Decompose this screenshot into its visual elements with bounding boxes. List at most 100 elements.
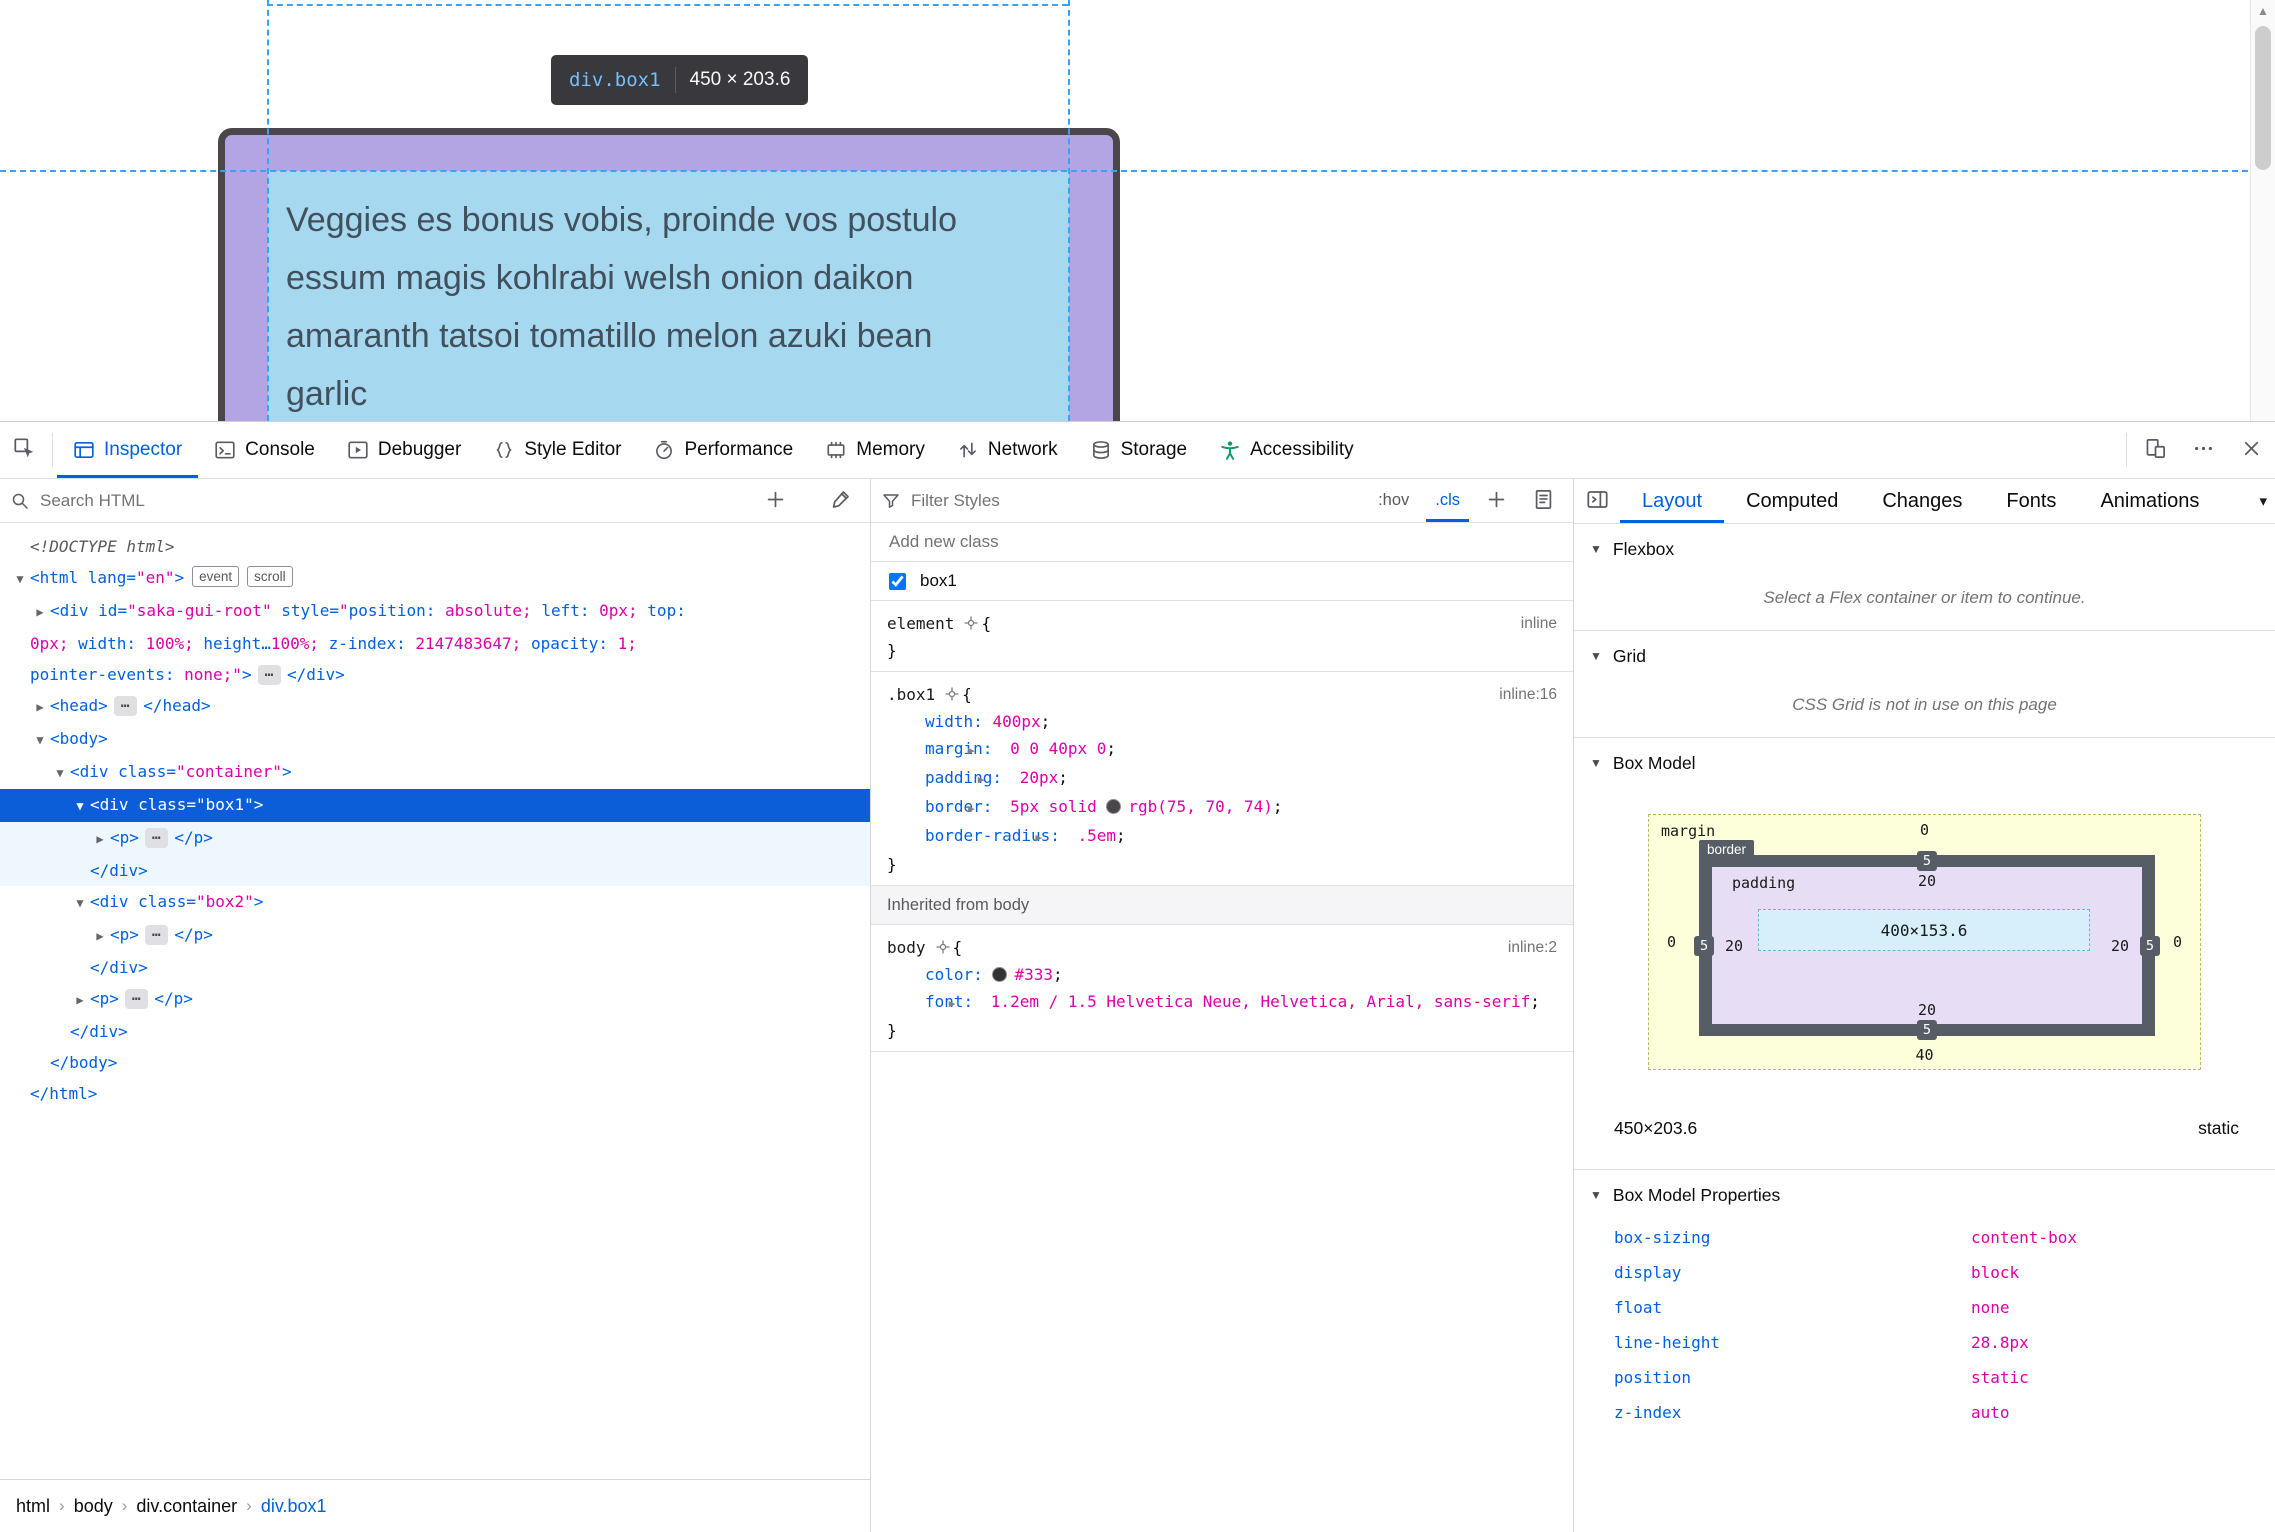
devtools-tab-memory[interactable]: Memory (809, 422, 941, 478)
property-value[interactable]: #333 (1014, 965, 1053, 984)
markup-node-row[interactable]: ▶ <p> ⋯ </p> (0, 983, 870, 1016)
filter-styles-input[interactable] (909, 489, 1345, 512)
expander-down-icon[interactable]: ▼ (70, 888, 90, 919)
devtools-tab-storage[interactable]: Storage (1074, 422, 1204, 478)
devtools-tab-network[interactable]: Network (941, 422, 1074, 478)
breadcrumb-item[interactable]: html (16, 1496, 50, 1517)
scrollbar-thumb[interactable] (2255, 26, 2271, 170)
margin-top-value[interactable]: 0 (1920, 821, 1929, 839)
markup-node-row[interactable]: </div> (0, 855, 870, 886)
breadcrumb-item[interactable]: div.box1 (261, 1496, 327, 1517)
property-value[interactable]: 400px (992, 712, 1040, 731)
add-class-input[interactable] (887, 531, 1557, 553)
markup-node-row[interactable]: <!DOCTYPE html> (0, 531, 870, 562)
expander-right-icon[interactable]: ▶ (30, 692, 50, 723)
breadcrumb-item[interactable]: div.container (136, 1496, 237, 1517)
markup-node-row[interactable]: </div> (0, 952, 870, 983)
scroll-badge[interactable]: scroll (247, 566, 293, 587)
markup-node-row-selected[interactable]: ▼ <div class="box1"> (0, 789, 870, 822)
pseudo-class-button[interactable]: :hov (1369, 479, 1418, 522)
sidebar-tab-fonts[interactable]: Fonts (1984, 479, 2078, 523)
markup-node-row[interactable]: ▼ <html lang="en"> event scroll (0, 562, 870, 595)
css-rule[interactable]: inline element {} (871, 601, 1573, 672)
expander-down-icon[interactable]: ▼ (70, 791, 90, 822)
expander-down-icon[interactable]: ▼ (10, 564, 30, 595)
css-declaration[interactable]: font: ▶ 1.2em / 1.5 Helvetica Neue, Helve… (887, 988, 1557, 1017)
property-name[interactable]: border: (925, 797, 1002, 816)
page-scrollbar[interactable]: ▲ (2250, 0, 2275, 421)
rule-source-link[interactable]: inline (1521, 610, 1557, 637)
css-declaration[interactable]: margin: ▶ 0 0 40px 0; (887, 735, 1557, 764)
selector-target-icon[interactable] (944, 681, 960, 708)
expander-down-icon[interactable]: ▼ (50, 758, 70, 789)
collapsed-content-button[interactable]: ⋯ (144, 925, 169, 945)
property-value[interactable]: .5em (1078, 826, 1117, 845)
rule-selector[interactable]: .box1 (887, 685, 935, 704)
rule-source-link[interactable]: inline:2 (1508, 934, 1557, 961)
eyedropper-button[interactable] (820, 488, 860, 514)
rule-selector[interactable]: body (887, 938, 926, 957)
property-value[interactable]: 5px solid (1010, 797, 1106, 816)
padding-right-value[interactable]: 20 (2111, 937, 2129, 955)
color-swatch[interactable] (1106, 799, 1122, 814)
expander-right-icon[interactable]: ▶ (90, 824, 110, 855)
sidebar-tab-computed[interactable]: Computed (1724, 479, 1860, 523)
property-value[interactable]: 1.2em / 1.5 Helvetica Neue, Helvetica, A… (991, 992, 1530, 1011)
border-top-value[interactable]: 5 (1916, 851, 1938, 871)
class-checkbox[interactable] (889, 572, 906, 590)
markup-node-row[interactable]: ▼ <div class="container"> (0, 756, 870, 789)
markup-node-row[interactable]: ▼ <div class="box2"> (0, 886, 870, 919)
flexbox-section-header[interactable]: ▼ Flexbox (1574, 524, 2275, 574)
devtools-tab-console[interactable]: Console (198, 422, 331, 478)
sidebar-tab-layout[interactable]: Layout (1620, 479, 1724, 523)
border-right-value[interactable]: 5 (2139, 935, 2160, 956)
property-value[interactable]: 20px (1020, 768, 1059, 787)
sidebar-toggle-button[interactable] (1574, 479, 1620, 523)
devtools-tab-performance[interactable]: Performance (637, 422, 809, 478)
margin-bottom-value[interactable]: 40 (1915, 1046, 1933, 1064)
print-simulation-button[interactable] (1523, 488, 1563, 514)
expander-right-icon[interactable]: ▶ (70, 985, 90, 1016)
box-model-properties-header[interactable]: ▼ Box Model Properties (1574, 1170, 2275, 1220)
breadcrumb-item[interactable]: body (74, 1496, 113, 1517)
css-declaration[interactable]: border-radius: ▶ .5em; (887, 822, 1557, 851)
expander-right-icon[interactable]: ▶ (30, 597, 50, 628)
selector-target-icon[interactable] (963, 610, 979, 637)
collapsed-content-button[interactable]: ⋯ (144, 828, 169, 848)
search-html-input[interactable] (38, 489, 747, 512)
close-devtools-button[interactable] (2227, 422, 2275, 478)
expander-down-icon[interactable]: ▼ (30, 725, 50, 756)
padding-left-value[interactable]: 20 (1725, 937, 1743, 955)
box-model-section-header[interactable]: ▼ Box Model (1574, 738, 2275, 788)
box-model-content-region[interactable]: 400×153.6 (1758, 909, 2090, 951)
devtools-tab-inspector[interactable]: Inspector (57, 422, 198, 478)
border-left-value[interactable]: 5 (1694, 935, 1715, 956)
all-tabs-menu-button[interactable]: ▾ (2251, 479, 2275, 523)
css-declaration[interactable]: padding: ▶ 20px; (887, 764, 1557, 793)
markup-node-row[interactable]: ▶ <div id="saka-gui-root" style="position… (0, 595, 870, 690)
class-panel-button[interactable]: .cls (1426, 479, 1469, 522)
collapsed-content-button[interactable]: ⋯ (124, 989, 149, 1009)
markup-node-row[interactable]: </html> (0, 1078, 870, 1109)
markup-node-row[interactable]: ▶ <p> ⋯ </p> (0, 919, 870, 952)
padding-top-value[interactable]: 20 (1918, 872, 1936, 890)
markup-node-row[interactable]: </div> (0, 1016, 870, 1047)
expander-right-icon[interactable]: ▶ (90, 921, 110, 952)
property-name[interactable]: border-radius: (925, 826, 1070, 845)
property-value[interactable]: 0 0 40px 0 (1010, 739, 1106, 758)
css-rule[interactable]: inline:2 body{color: #333; font: ▶ 1.2em / … (871, 925, 1573, 1052)
grid-section-header[interactable]: ▼ Grid (1574, 631, 2275, 681)
property-value[interactable]: rgb(75, 70, 74) (1128, 797, 1273, 816)
property-name[interactable]: width: (925, 712, 992, 731)
property-name[interactable]: color: (925, 965, 992, 984)
padding-bottom-value[interactable]: 20 (1918, 1001, 1936, 1019)
collapsed-content-button[interactable]: ⋯ (113, 696, 138, 716)
event-badge[interactable]: event (192, 566, 240, 587)
scrollbar-up-icon[interactable]: ▲ (2251, 4, 2275, 18)
markup-node-row[interactable]: </body> (0, 1047, 870, 1078)
devtools-menu-button[interactable] (2179, 422, 2227, 478)
markup-node-row[interactable]: ▶ <head> ⋯ </head> (0, 690, 870, 723)
margin-right-value[interactable]: 0 (2173, 933, 2182, 951)
css-declaration[interactable]: color: #333; (887, 961, 1557, 988)
create-node-button[interactable] (755, 488, 795, 514)
